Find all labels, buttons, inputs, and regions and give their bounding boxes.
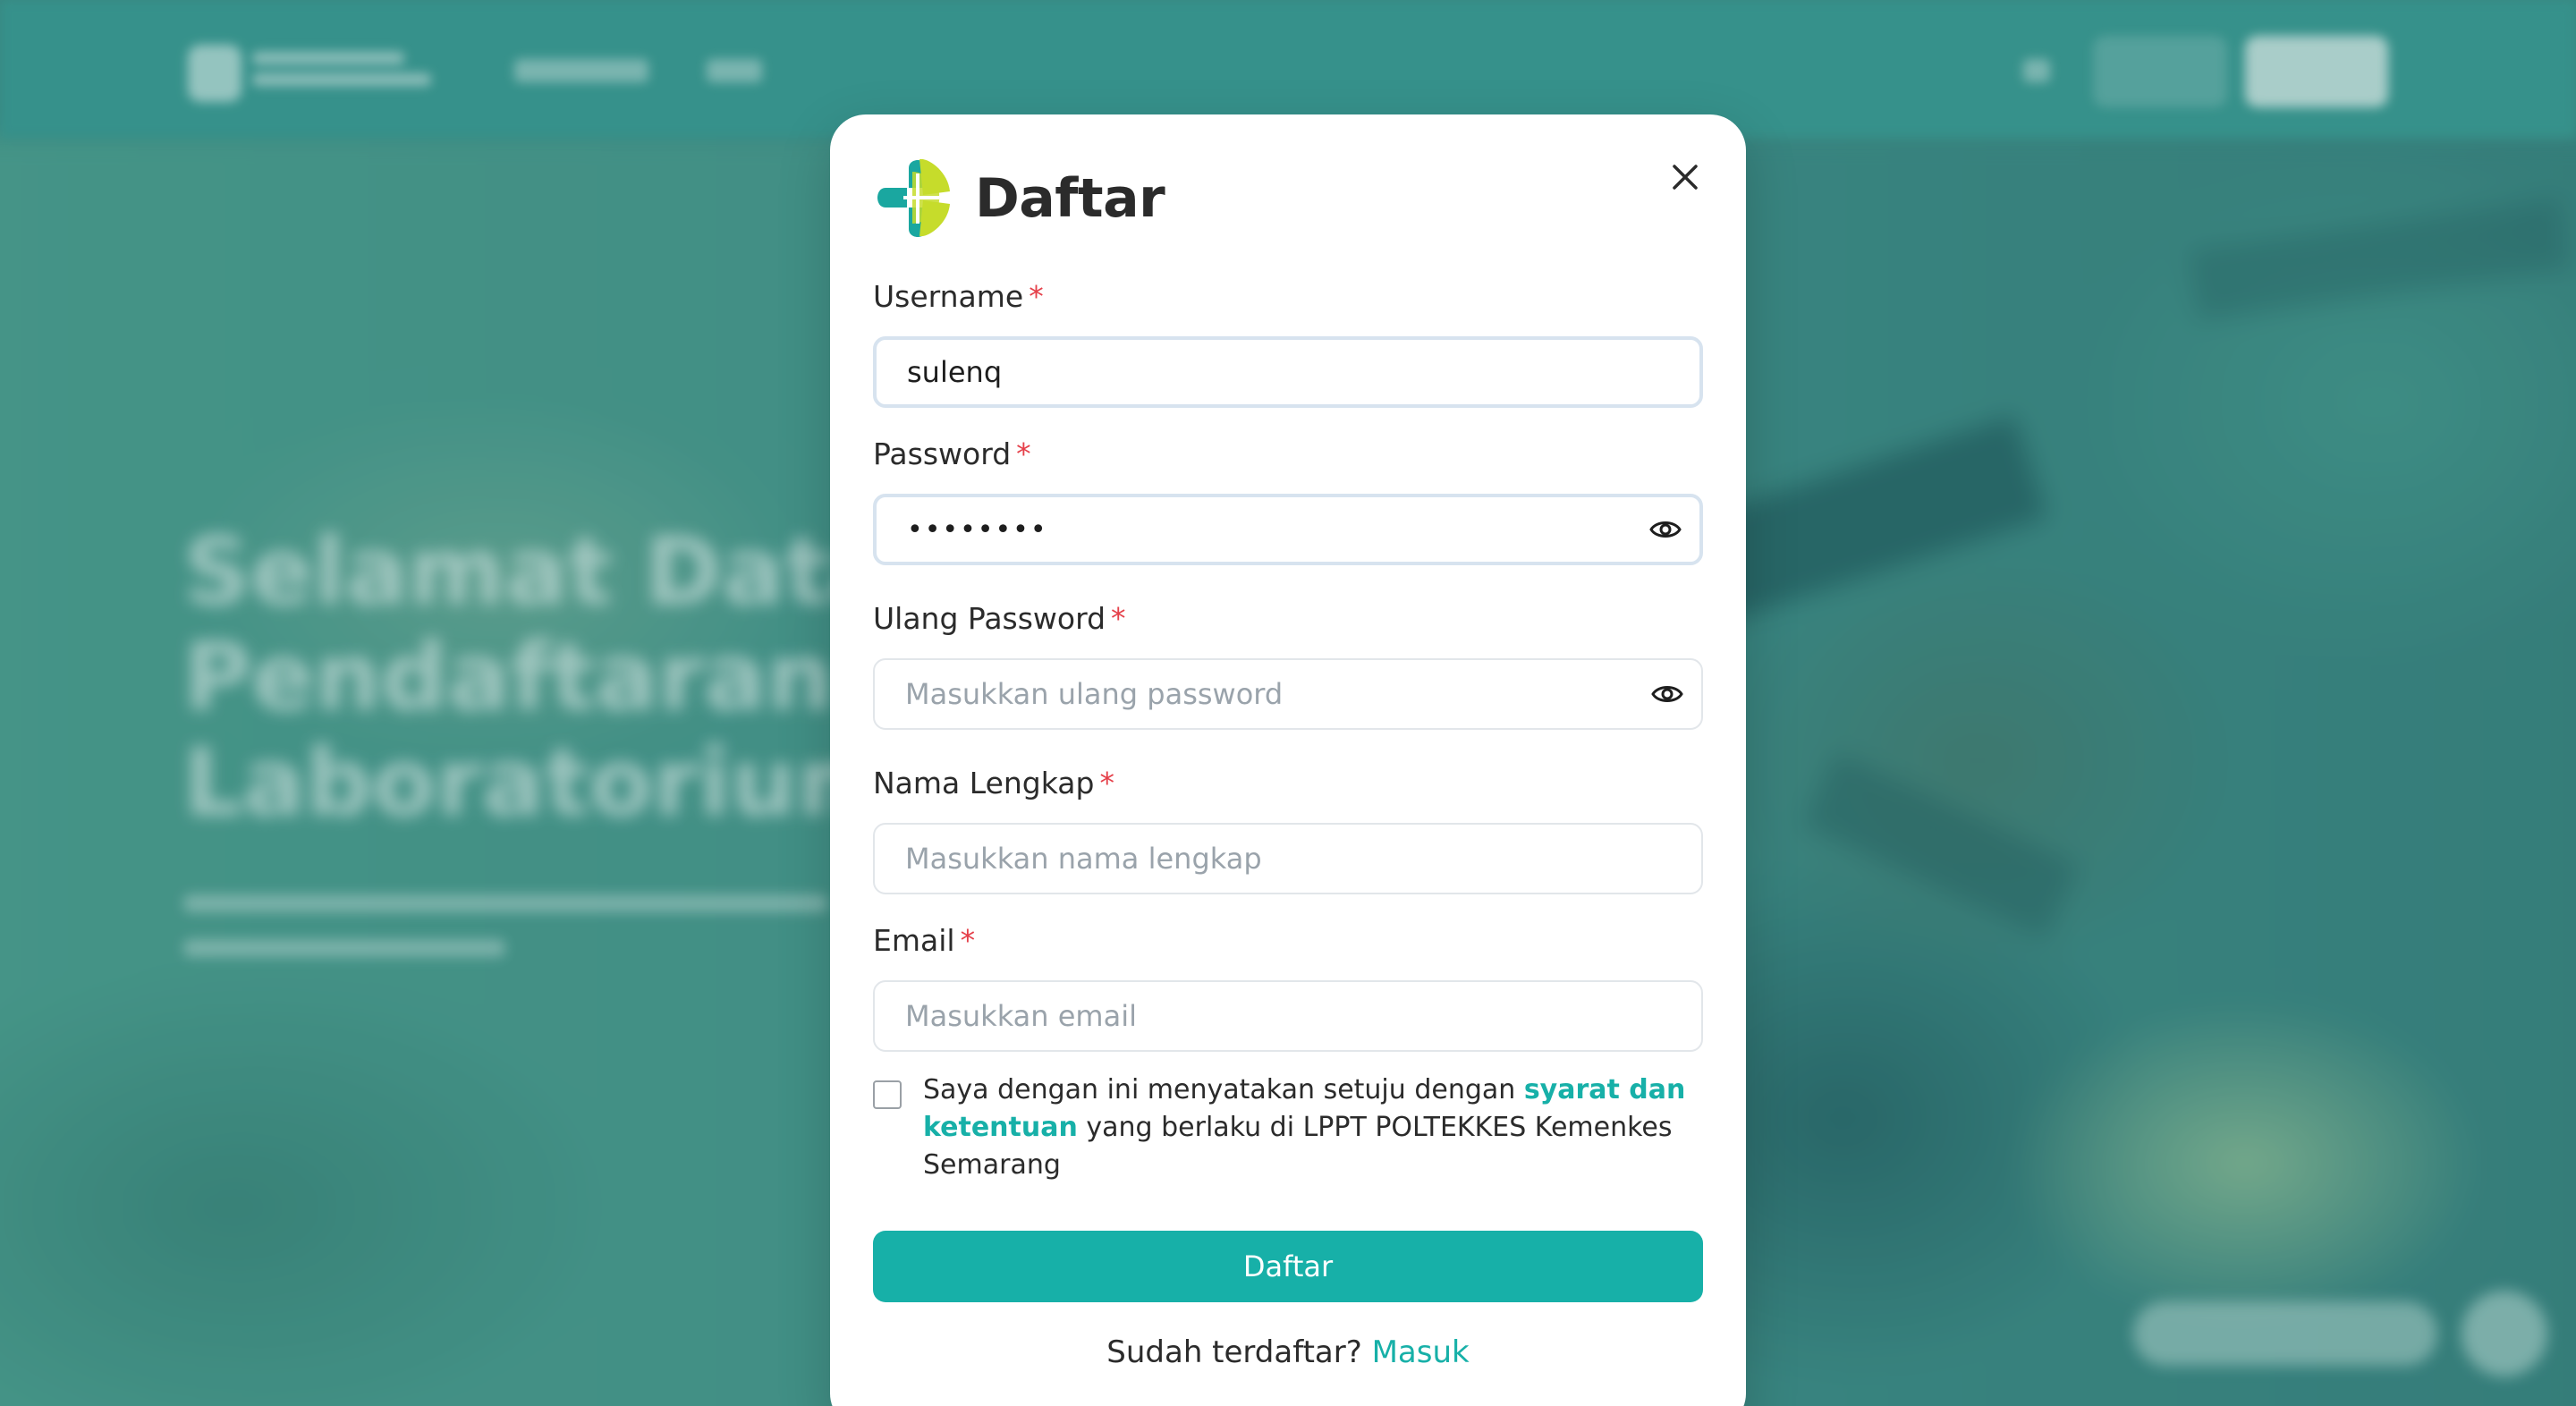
eye-icon — [1651, 686, 1683, 702]
full-name-input[interactable]: Masukkan nama lengkap — [873, 823, 1703, 894]
login-prompt: Sudah terdaftar? Masuk — [1106, 1334, 1470, 1370]
required-asterisk: * — [960, 923, 976, 958]
terms-text: Saya dengan ini menyatakan setuju dengan… — [923, 1074, 1686, 1181]
confirm-password-label: Ulang Password * — [873, 601, 1126, 636]
required-asterisk: * — [1099, 766, 1114, 800]
close-button[interactable] — [1660, 152, 1710, 202]
required-asterisk: * — [1111, 601, 1126, 636]
logo-icon — [877, 158, 950, 237]
email-label: Email * — [873, 923, 976, 958]
username-input[interactable]: sulenq — [873, 336, 1703, 408]
username-label: Username * — [873, 279, 1044, 314]
email-placeholder: Masukkan email — [905, 999, 1137, 1033]
register-modal: Daftar Username * sulenq Password * ••••••… — [830, 114, 1746, 1406]
eye-icon — [1649, 521, 1682, 538]
register-submit-button[interactable]: Daftar — [873, 1231, 1703, 1302]
password-label: Password * — [873, 436, 1031, 471]
modal-title: Daftar — [975, 167, 1165, 230]
terms-checkbox[interactable] — [873, 1080, 902, 1109]
username-value: sulenq — [907, 355, 1003, 389]
confirm-password-input[interactable]: Masukkan ulang password — [873, 658, 1703, 730]
login-link[interactable]: Masuk — [1372, 1334, 1470, 1370]
confirm-password-placeholder: Masukkan ulang password — [905, 677, 1284, 711]
full-name-placeholder: Masukkan nama lengkap — [905, 842, 1262, 876]
required-asterisk: * — [1029, 279, 1044, 314]
full-name-label: Nama Lengkap * — [873, 766, 1114, 800]
close-icon — [1673, 165, 1698, 190]
password-value: •••••••• — [907, 513, 1048, 546]
password-input[interactable]: •••••••• — [873, 494, 1703, 565]
required-asterisk: * — [1016, 436, 1031, 471]
email-input[interactable]: Masukkan email — [873, 980, 1703, 1052]
modal-header: Daftar — [873, 152, 1165, 245]
toggle-confirm-password-visibility[interactable] — [1649, 676, 1685, 712]
toggle-password-visibility[interactable] — [1648, 512, 1683, 547]
